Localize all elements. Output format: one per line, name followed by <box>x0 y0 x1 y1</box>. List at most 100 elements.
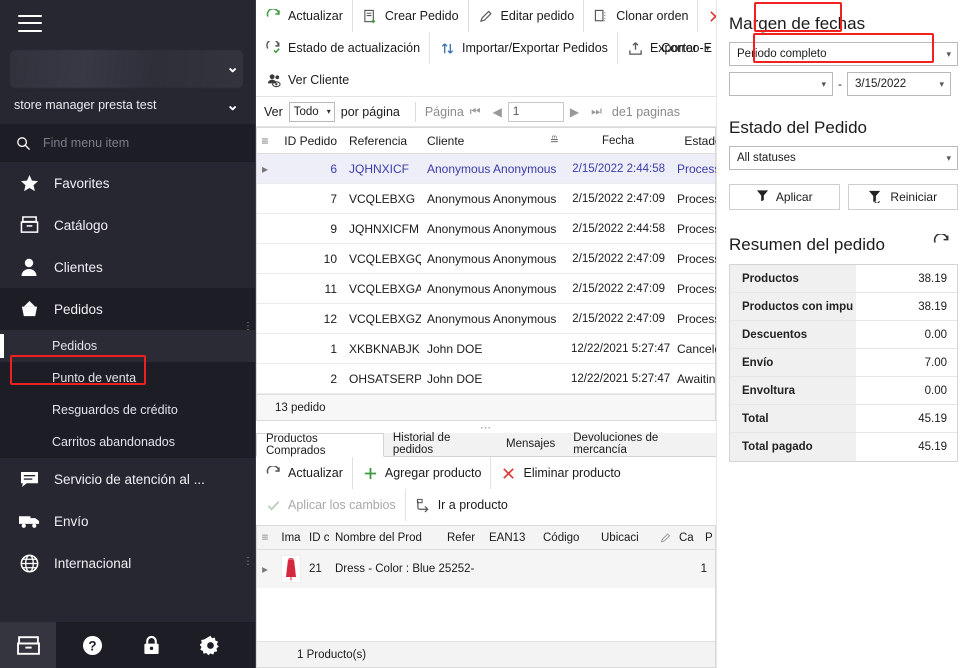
ver-cliente-button[interactable]: Ver Cliente <box>256 64 358 96</box>
sidebar-subitem-carritos-abandonados[interactable]: Carritos abandonados <box>0 426 255 458</box>
estado-actualizacion-button[interactable]: Estado de actualización <box>256 32 431 64</box>
order-status-select[interactable]: All statuses ▾ <box>729 146 958 170</box>
summary-row: Envoltura 0.00 <box>730 377 957 405</box>
refresh-icon <box>265 465 282 482</box>
star-icon <box>18 174 40 193</box>
pencil-icon[interactable] <box>653 532 679 544</box>
sidebar-item-clientes[interactable]: Clientes <box>0 246 255 288</box>
column-header-cantidad[interactable]: Ca <box>679 532 705 544</box>
importar-exportar-button[interactable]: Importar/Exportar Pedidos <box>430 32 618 64</box>
page-input[interactable]: 1 <box>507 101 564 122</box>
column-header-cliente[interactable]: Cliente ≞ <box>421 134 565 148</box>
lock-icon[interactable] <box>142 622 161 668</box>
products-count-label: 1 Producto(s) <box>297 648 367 661</box>
reiniciar-button[interactable]: Reiniciar <box>847 184 958 210</box>
table-row[interactable]: ▸ 6 JQHNXICF Anonymous Anonymous 2/15/20… <box>257 154 735 184</box>
table-row[interactable]: 2 OHSATSERP John DOE 12/22/2021 5:27:47 … <box>257 364 735 394</box>
product-actualizar-button[interactable]: Actualizar <box>256 457 353 489</box>
next-page-button[interactable]: ▶ <box>564 105 585 119</box>
page-value: 1 <box>512 105 520 118</box>
eliminar-producto-button[interactable]: Eliminar producto <box>491 457 629 489</box>
tab-mensajes[interactable]: Mensajes <box>497 432 564 456</box>
table-row[interactable]: 9 JQHNXICFM Anonymous Anonymous 2/15/202… <box>257 214 735 244</box>
sidebar-subitem-pedidos[interactable]: Pedidos <box>0 330 255 362</box>
ir-a-producto-button[interactable]: Ir a producto <box>406 489 517 521</box>
grid-menu-icon[interactable]: ≡ <box>257 532 273 544</box>
summary-value: 38.19 <box>918 300 947 313</box>
column-header-ubicacion[interactable]: Ubicaci <box>601 532 653 544</box>
archive-icon[interactable] <box>0 622 56 668</box>
aplicar-button[interactable]: Aplicar <box>729 184 840 210</box>
sidebar-subitem-resguardos-de-credito[interactable]: Resguardos de crédito <box>0 394 255 426</box>
editar-pedido-button[interactable]: Editar pedido <box>469 0 585 32</box>
sidebar-item-favorites[interactable]: Favorites <box>0 162 255 204</box>
column-header-id-pedido[interactable]: ID Pedido <box>273 134 343 148</box>
cell-cliente: Anonymous Anonymous <box>427 251 557 266</box>
sidebar-item-catalogo[interactable]: Catálogo <box>0 204 255 246</box>
column-header-fecha[interactable]: Fecha <box>565 135 671 147</box>
table-row[interactable]: 1 XKBKNABJK John DOE 12/22/2021 5:27:47 … <box>257 334 728 364</box>
search-input[interactable]: Find menu item <box>0 124 255 162</box>
store-selector[interactable]: store manager presta test ⌄ <box>0 90 255 120</box>
table-row[interactable]: 12 VCQLEBXGZ Anonymous Anonymous 2/15/20… <box>257 304 735 334</box>
table-row[interactable]: 11 VCQLEBXGA Anonymous Anonymous 2/15/20… <box>257 274 735 304</box>
cell-id: 6 <box>330 161 337 176</box>
date-to-input[interactable]: 3/15/2022 ▾ <box>847 72 951 96</box>
summary-row: Descuentos 0.00 <box>730 321 957 349</box>
summary-key: Total <box>730 405 856 432</box>
column-header-ima[interactable]: Ima <box>273 532 309 544</box>
sidebar-item-envio[interactable]: Envío <box>0 500 255 542</box>
menu-icon[interactable] <box>18 14 42 32</box>
gear-icon[interactable] <box>200 622 221 668</box>
sidebar-subitem-punto-de-venta[interactable]: Punto de venta <box>0 362 255 394</box>
prev-page-button[interactable]: ◀ <box>487 105 508 119</box>
grid-menu-icon[interactable]: ≡ <box>257 134 273 148</box>
actualizar-button[interactable]: Actualizar <box>256 0 353 32</box>
column-header-referencia[interactable]: Referencia <box>343 134 421 148</box>
dots-handle[interactable]: ⋮ <box>243 322 253 332</box>
cell-fecha: 2/15/2022 2:47:09 <box>572 252 665 265</box>
tab-devoluciones-de-mercancia[interactable]: Devoluciones de mercancía <box>564 432 716 456</box>
per-page-suffix: por página <box>340 104 400 119</box>
dots-handle[interactable]: ⋮ <box>243 557 253 567</box>
periodo-select[interactable]: Periodo completo ▾ <box>729 42 958 66</box>
sidebar-item-internacional[interactable]: Internacional <box>0 542 255 584</box>
clonar-orden-button[interactable]: Clonar orden <box>584 0 699 32</box>
plus-icon <box>362 465 379 482</box>
button-label: Reiniciar <box>890 190 938 204</box>
button-label: Importar/Exportar Pedidos <box>462 41 608 55</box>
table-row[interactable]: 10 VCQLEBXGQ Anonymous Anonymous 2/15/20… <box>257 244 735 274</box>
filter-icon[interactable]: ≞ <box>550 134 559 147</box>
table-row[interactable]: 7 VCQLEBXG Anonymous Anonymous 2/15/2022… <box>257 184 735 214</box>
products-grid-body <box>257 588 715 641</box>
tab-productos-comprados[interactable]: Productos Comprados <box>256 433 384 457</box>
agregar-producto-button[interactable]: Agregar producto <box>353 457 492 489</box>
date-from-input[interactable]: ▾ <box>729 72 833 96</box>
main-area: Actualizar Crear Pedido Editar pedido Cl… <box>256 0 974 668</box>
last-page-button[interactable]: ⏭ <box>585 104 608 119</box>
column-header-nombre[interactable]: Nombre del Prod <box>335 532 447 544</box>
aplicar-cambios-button[interactable]: Aplicar los cambios <box>256 489 406 521</box>
crear-pedido-button[interactable]: Crear Pedido <box>353 0 469 32</box>
help-icon[interactable]: ? <box>82 622 103 668</box>
hamburger-wrap <box>0 0 255 46</box>
cell-nombre: Dress - Color : Blue 25252- <box>335 563 475 575</box>
column-header-codigo[interactable]: Código <box>543 532 601 544</box>
shop-selector[interactable]: ⌄ <box>0 46 255 88</box>
cell-fecha: 12/22/2021 5:27:47 <box>571 342 671 355</box>
chevron-down-icon: ▾ <box>326 107 331 116</box>
summary-value: 45.19 <box>918 441 947 453</box>
refresh-icon[interactable] <box>933 232 958 256</box>
column-header-ean13[interactable]: EAN13 <box>489 532 543 544</box>
correo-e-button[interactable]: Correo-E <box>652 32 716 64</box>
sidebar-item-servicio-atencion[interactable]: Servicio de atención al ... <box>0 458 255 500</box>
row-indicator: ▸ <box>261 161 269 176</box>
sidebar-item-pedidos[interactable]: Pedidos <box>0 288 255 330</box>
tab-historial-de-pedidos[interactable]: Historial de pedidos <box>384 432 497 456</box>
first-page-button[interactable]: ⏮ <box>464 104 487 119</box>
per-page-select[interactable]: Todo ▾ <box>288 101 335 122</box>
cell-id: 10 <box>323 251 337 266</box>
column-header-referencia[interactable]: Refer <box>447 532 489 544</box>
column-header-id[interactable]: ID c <box>309 532 335 544</box>
table-row[interactable]: ▸ 21 Dress - Color : Blue 25252- 1 96 38… <box>257 550 762 588</box>
